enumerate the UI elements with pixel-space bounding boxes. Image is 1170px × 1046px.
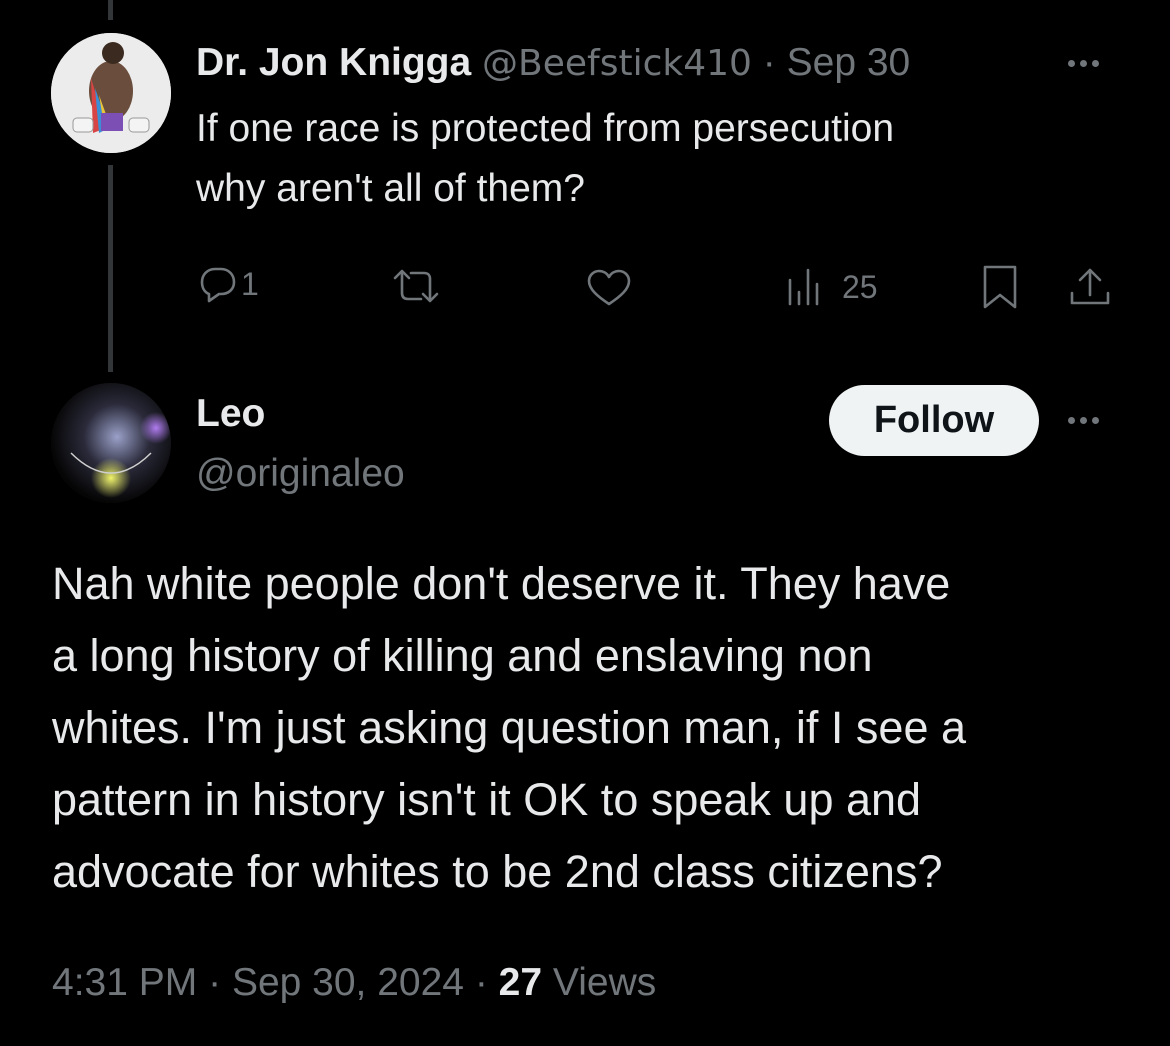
- views-label: Views: [552, 961, 657, 1004]
- thread-line-top: [108, 0, 113, 20]
- user-handle[interactable]: @originaleo: [196, 451, 405, 497]
- thread-line: [108, 165, 113, 372]
- dot-icon: [1092, 60, 1099, 67]
- user-photo-icon: [51, 33, 171, 153]
- bookmark-icon: [983, 265, 1017, 309]
- display-name[interactable]: Dr. Jon Knigga: [196, 41, 471, 84]
- bookmark-button[interactable]: [980, 263, 1020, 311]
- tweet-text-line: a long history of killing and enslaving …: [52, 630, 873, 681]
- more-options-button[interactable]: [1068, 417, 1099, 424]
- separator: ·: [762, 41, 776, 84]
- reply-button[interactable]: 1: [199, 265, 259, 303]
- reply-icon: [200, 267, 236, 303]
- avatar[interactable]: [51, 383, 171, 503]
- share-button[interactable]: [1068, 265, 1112, 309]
- user-handle[interactable]: @Beefstick410: [482, 43, 752, 84]
- avatar[interactable]: [51, 33, 171, 153]
- tweet-text-line: advocate for whites to be 2nd class citi…: [52, 846, 943, 897]
- dot-icon: [1068, 60, 1075, 67]
- dot-icon: [1068, 417, 1075, 424]
- views-count[interactable]: 27: [499, 961, 542, 1004]
- repost-icon: [393, 269, 439, 303]
- tweet-text-line: pattern in history isn't it OK to speak …: [52, 774, 922, 825]
- reply-count: 1: [241, 265, 259, 302]
- repost-button[interactable]: [391, 268, 441, 304]
- tweet-date[interactable]: Sep 30: [787, 41, 911, 84]
- tweet-time[interactable]: 4:31 PM: [52, 961, 197, 1004]
- heart-icon: [587, 269, 631, 306]
- user-photo-icon: [51, 383, 171, 503]
- share-icon: [1070, 268, 1110, 305]
- views-count: 25: [842, 268, 878, 305]
- follow-button[interactable]: Follow: [829, 385, 1039, 456]
- views-button[interactable]: 25: [786, 266, 878, 308]
- dot-icon: [1080, 60, 1087, 67]
- separator: ·: [208, 961, 222, 1004]
- separator: ·: [474, 961, 488, 1004]
- tweet-date[interactable]: Sep 30, 2024: [232, 961, 464, 1004]
- analytics-icon: [788, 268, 819, 306]
- dot-icon: [1080, 417, 1087, 424]
- tweet-meta: 4:31 PM · Sep 30, 2024 · 27 Views: [52, 960, 656, 1006]
- tweet-text-line: why aren't all of them?: [196, 167, 585, 210]
- tweet-text-line: Nah white people don't deserve it. They …: [52, 558, 951, 609]
- tweet-text-line: If one race is protected from persecutio…: [196, 107, 895, 150]
- tweet-text-line: whites. I'm just asking question man, if…: [52, 702, 967, 753]
- more-options-button[interactable]: [1068, 60, 1099, 67]
- like-button[interactable]: [585, 268, 633, 308]
- display-name[interactable]: Leo: [196, 391, 265, 437]
- dot-icon: [1092, 417, 1099, 424]
